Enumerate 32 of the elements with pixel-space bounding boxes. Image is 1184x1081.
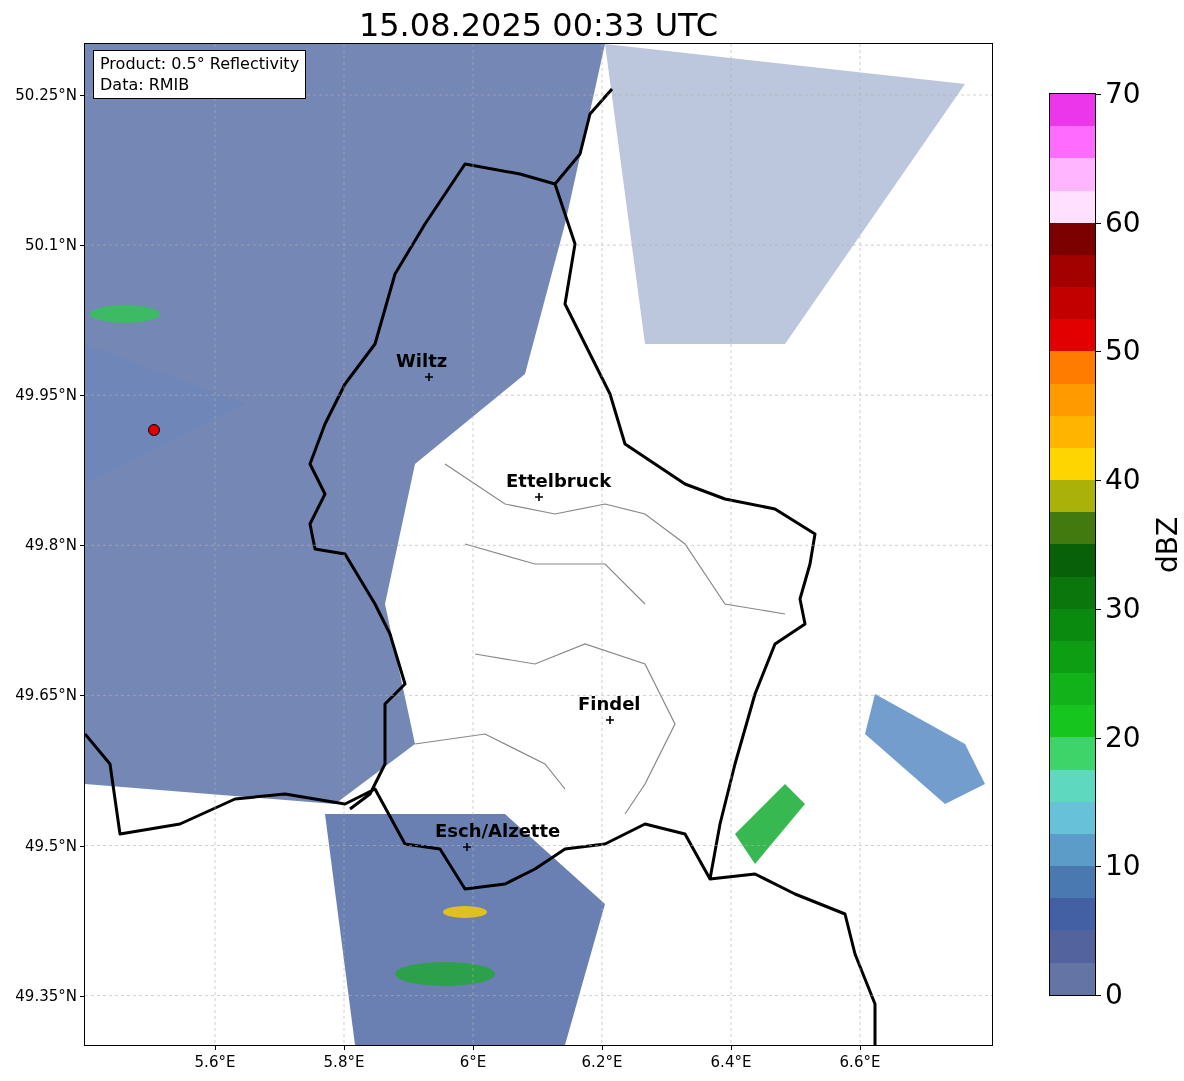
- axis-tick-label: 6.4°E: [709, 1053, 753, 1071]
- axis-tick-label: 50.1°N: [24, 236, 77, 255]
- axis-tick-label: 49.8°N: [24, 536, 77, 555]
- axis-tick-label: 50.25°N: [15, 86, 77, 104]
- axis-tick-label: 6.6°E: [838, 1053, 882, 1071]
- axis-tick-label: 49.95°N: [15, 386, 77, 405]
- colorbar-tick-label: 70: [1105, 78, 1141, 110]
- legend-text: Product: 0.5° Reflectivity: [100, 53, 300, 74]
- city-label: Ettelbruck: [506, 470, 612, 492]
- colorbar-tick-label: 30: [1105, 592, 1141, 625]
- axis-tick-label: 6.2°E: [580, 1053, 624, 1071]
- colorbar-label: dBZ: [1152, 516, 1184, 574]
- axis-tick-label: 49.65°N: [15, 686, 77, 705]
- axis-tick-label: 49.35°N: [15, 986, 77, 1005]
- cross-marker-icon: [463, 843, 471, 851]
- cross-marker-icon: [425, 373, 433, 381]
- legend-text: Data: RMIB: [100, 74, 191, 95]
- axis-tick-label: 5.8°E: [322, 1053, 366, 1071]
- cross-marker-icon: [606, 716, 614, 724]
- colorbar-tick-label: 10: [1105, 850, 1141, 883]
- chart-title: 15.08.2025 00:33 UTC: [357, 5, 720, 44]
- axis-tick-label: 6°E: [458, 1053, 488, 1071]
- axis-tick-label: 49.5°N: [24, 836, 77, 855]
- city-label: Wiltz: [396, 350, 448, 372]
- city-label: Findel: [578, 693, 641, 715]
- colorbar-tick-label: 20: [1105, 721, 1141, 754]
- colorbar-tick-label: 60: [1105, 206, 1141, 239]
- axis-tick-label: 5.6°E: [193, 1053, 237, 1071]
- colorbar-tick-label: 40: [1105, 464, 1141, 497]
- colorbar-tick-label: 0: [1105, 979, 1123, 1011]
- colorbar-tick-label: 50: [1105, 335, 1141, 368]
- cross-marker-icon: [535, 493, 543, 501]
